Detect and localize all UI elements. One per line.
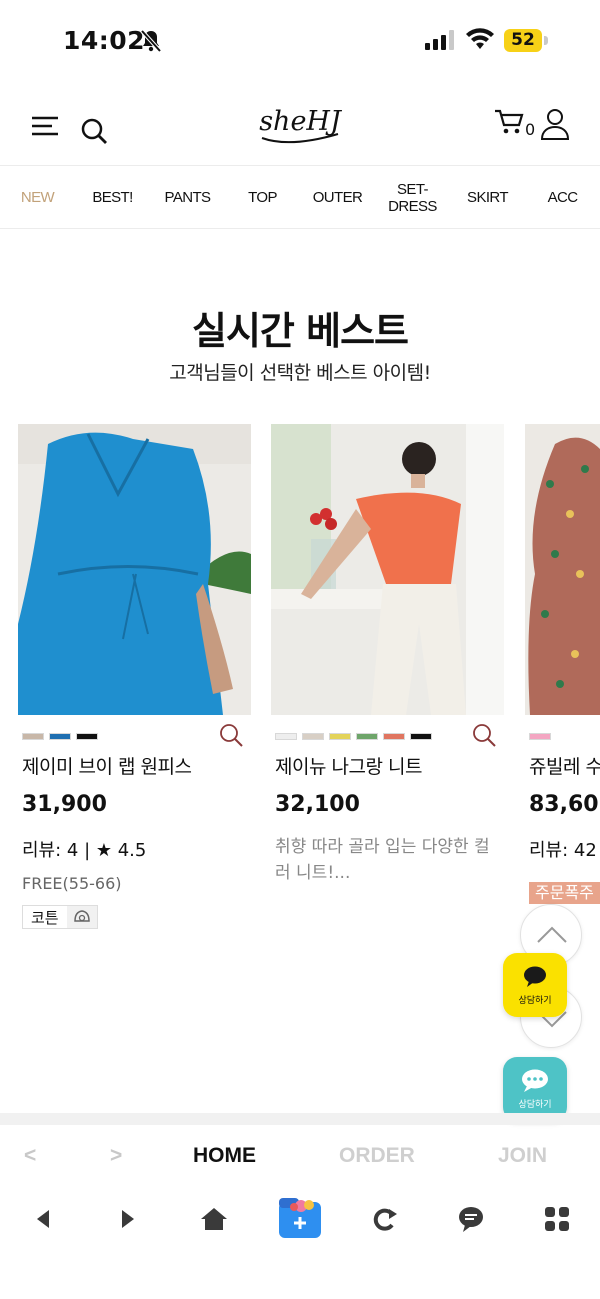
product-card[interactable]: 쥬빌레 수 83,60 리뷰: 42 주문폭주 <box>525 424 600 944</box>
swatch <box>356 733 378 740</box>
swatch <box>529 733 551 740</box>
swatch <box>329 733 351 740</box>
home-icon[interactable] <box>199 1204 229 1234</box>
signal-icon <box>425 30 454 50</box>
product-image[interactable] <box>271 424 504 715</box>
swatch <box>383 733 405 740</box>
swatch <box>49 733 71 740</box>
site-header: sheHJ 0 <box>0 82 600 166</box>
category-best[interactable]: BEST! <box>75 189 150 206</box>
chat-consult-label: 상담하기 <box>518 1100 552 1110</box>
chat-consult-button[interactable]: 상담하기 <box>503 1057 567 1121</box>
product-size: FREE(55-66) <box>22 874 122 893</box>
cart-count: 0 <box>525 120 536 139</box>
swatch <box>275 733 297 740</box>
bell-muted-icon <box>140 29 162 53</box>
user-icon[interactable] <box>540 108 570 140</box>
cart-icon[interactable] <box>494 108 524 136</box>
hot-badge: 주문폭주 <box>529 882 600 904</box>
product-image[interactable] <box>18 424 251 715</box>
chat-bubble-icon <box>522 1069 548 1092</box>
swatch <box>302 733 324 740</box>
site-tab-bar: < > HOME ORDER JOIN <box>0 1136 600 1180</box>
new-tab-icon[interactable] <box>277 1196 323 1240</box>
refresh-icon[interactable] <box>370 1204 400 1234</box>
product-name[interactable]: 쥬빌레 수 <box>529 752 600 779</box>
category-top[interactable]: TOP <box>225 189 300 206</box>
apps-icon[interactable] <box>542 1204 572 1234</box>
product-description: 취향 따라 골라 입는 다양한 컬러 니트!... <box>275 837 490 883</box>
fabric-icon <box>66 906 97 928</box>
shehj-logo[interactable]: sheHJ <box>250 100 350 152</box>
wifi-icon <box>466 28 494 49</box>
product-review: 리뷰: 4 | ★ 4.5 <box>22 840 147 861</box>
product-price: 32,100 <box>275 792 360 817</box>
material-label: 코튼 <box>31 908 59 927</box>
product-price: 83,60 <box>529 792 599 817</box>
tab-next[interactable]: > <box>110 1144 122 1168</box>
forward-icon[interactable] <box>113 1204 143 1234</box>
product-card[interactable]: 제이미 브이 랩 원피스 31,900 리뷰: 4 | ★ 4.5 FREE(5… <box>18 424 251 929</box>
swatch <box>410 733 432 740</box>
speech-bubble-icon <box>524 966 546 987</box>
kakao-consult-button[interactable]: 상담하기 <box>503 953 567 1017</box>
kakao-consult-label: 상담하기 <box>518 996 552 1006</box>
section-title: 실시간 베스트 <box>192 309 409 353</box>
category-outer[interactable]: OUTER <box>300 189 375 206</box>
browser-toolbar <box>0 1192 600 1252</box>
category-nav: NEW BEST! PANTS TOP OUTER SET-DRESS SKIR… <box>0 167 600 229</box>
tab-join[interactable]: JOIN <box>498 1144 547 1168</box>
category-set-dress[interactable]: SET-DRESS <box>375 181 450 215</box>
product-name[interactable]: 제이미 브이 랩 원피스 <box>22 752 192 779</box>
battery-level: 52 <box>504 29 542 52</box>
battery-tip <box>544 36 548 45</box>
zoom-icon[interactable] <box>219 723 243 747</box>
back-icon[interactable] <box>28 1204 58 1234</box>
material-tag: 코튼 <box>22 905 98 929</box>
status-bar: 14:02 52 <box>0 0 600 82</box>
product-price: 31,900 <box>22 792 107 817</box>
product-name[interactable]: 제이뉴 나그랑 니트 <box>275 752 422 779</box>
color-swatches <box>529 733 551 740</box>
tab-prev[interactable]: < <box>24 1144 36 1168</box>
color-swatches <box>22 733 98 740</box>
battery-indicator: 52 <box>504 29 548 52</box>
tab-order[interactable]: ORDER <box>339 1144 415 1168</box>
category-acc[interactable]: ACC <box>525 189 600 206</box>
color-swatches <box>275 733 432 740</box>
product-image[interactable] <box>525 424 600 715</box>
chat-icon[interactable] <box>456 1204 486 1234</box>
section-divider <box>0 1113 600 1125</box>
zoom-icon[interactable] <box>472 723 496 747</box>
swatch <box>22 733 44 740</box>
product-card[interactable]: 제이뉴 나그랑 니트 32,100 취향 따라 골라 입는 다양한 컬러 니트!… <box>271 424 504 883</box>
category-new[interactable]: NEW <box>0 189 75 206</box>
logo-text: sheHJ <box>259 106 343 137</box>
swatch <box>76 733 98 740</box>
category-skirt[interactable]: SKIRT <box>450 189 525 206</box>
tab-home[interactable]: HOME <box>193 1144 256 1168</box>
status-time: 14:02 <box>63 26 146 55</box>
search-icon[interactable] <box>80 117 108 145</box>
section-subtitle: 고객님들이 선택한 베스트 아이템! <box>169 362 431 384</box>
menu-icon[interactable] <box>32 115 58 137</box>
category-pants[interactable]: PANTS <box>150 189 225 206</box>
product-review: 리뷰: 42 <box>529 840 597 861</box>
